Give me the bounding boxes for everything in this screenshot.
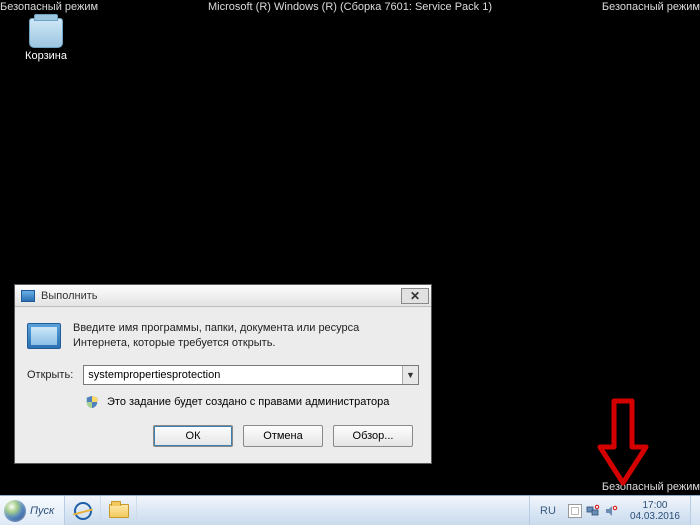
shield-icon: [85, 395, 99, 409]
tray-date: 04.03.2016: [630, 511, 680, 522]
start-button[interactable]: Пуск: [0, 496, 65, 525]
volume-icon[interactable]: [604, 504, 618, 518]
show-desktop-button[interactable]: [690, 496, 700, 525]
network-icon[interactable]: [586, 504, 600, 518]
browse-button[interactable]: Обзор...: [333, 425, 413, 447]
run-dialog-title: Выполнить: [41, 290, 401, 302]
taskbar-spacer: [137, 496, 529, 525]
tray-time: 17:00: [630, 500, 680, 511]
tray-clock[interactable]: 17:00 04.03.2016: [626, 500, 684, 522]
open-combobox[interactable]: ▼: [83, 365, 419, 385]
start-label: Пуск: [30, 505, 54, 517]
open-label: Открыть:: [27, 369, 73, 381]
quicklaunch-explorer[interactable]: [101, 496, 137, 525]
run-dialog-titlebar[interactable]: Выполнить ✕: [15, 285, 431, 307]
open-dropdown-button[interactable]: ▼: [402, 366, 418, 384]
open-input[interactable]: [84, 366, 402, 384]
annotation-arrow: [594, 397, 652, 487]
chevron-down-icon: ▼: [406, 370, 415, 380]
language-indicator[interactable]: RU: [536, 505, 560, 517]
safe-mode-label-top-right: Безопасный режим: [602, 1, 700, 13]
desktop-icon-recycle-bin[interactable]: Корзина: [22, 18, 70, 62]
ie-icon: [74, 502, 92, 520]
run-dialog: Выполнить ✕ Введите имя программы, папки…: [14, 284, 432, 464]
windows-build-label: Microsoft (R) Windows (R) (Сборка 7601: …: [208, 1, 492, 13]
taskbar: Пуск RU 17:00 04.03.2016: [0, 495, 700, 525]
action-center-icon[interactable]: [568, 504, 582, 518]
run-dialog-description: Введите имя программы, папки, документа …: [73, 321, 419, 351]
safe-mode-label-bottom-right: Безопасный режим: [602, 481, 700, 493]
close-button[interactable]: ✕: [401, 288, 429, 304]
admin-note: Это задание будет создано с правами адми…: [107, 396, 389, 408]
folder-icon: [109, 504, 129, 518]
cancel-button[interactable]: Отмена: [243, 425, 323, 447]
start-orb-icon: [4, 500, 26, 522]
run-dialog-icon: [27, 323, 61, 349]
close-icon: ✕: [410, 289, 420, 303]
recycle-bin-icon: [29, 18, 63, 48]
recycle-bin-label: Корзина: [22, 50, 70, 62]
safe-mode-label-top-left: Безопасный режим: [0, 1, 98, 13]
run-titlebar-icon: [21, 290, 35, 302]
system-tray: RU 17:00 04.03.2016: [529, 496, 690, 525]
ok-button[interactable]: ОК: [153, 425, 233, 447]
quicklaunch-ie[interactable]: [65, 496, 101, 525]
